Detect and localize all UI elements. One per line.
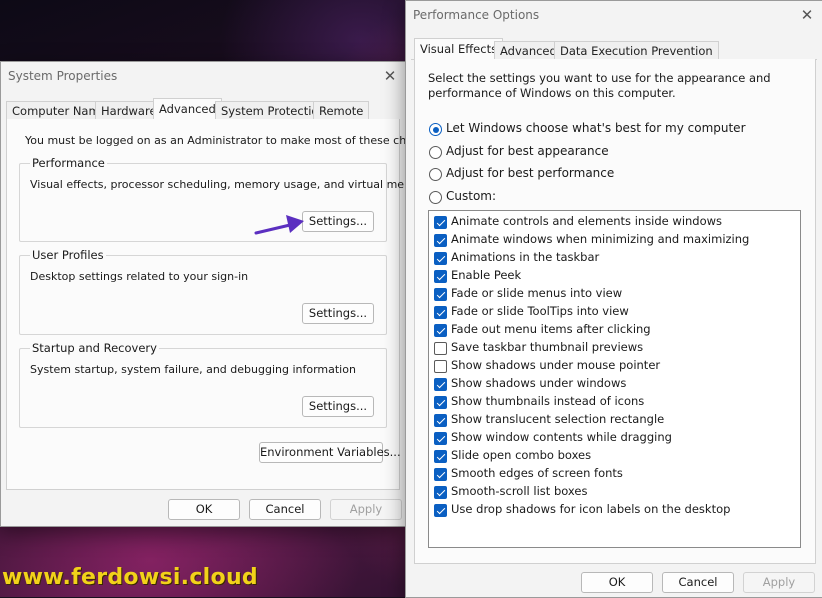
checkbox-label: Slide open combo boxes <box>451 448 592 462</box>
performance-options-window: Performance Options ✕ Visual Effects Adv… <box>405 0 822 598</box>
user-profiles-settings-button[interactable]: Settings... <box>302 303 374 324</box>
checkbox-label: Use drop shadows for icon labels on the … <box>451 502 731 516</box>
checkbox[interactable] <box>434 216 447 229</box>
cancel-button[interactable]: Cancel <box>249 499 321 520</box>
checkbox-label: Fade out menu items after clicking <box>451 322 651 336</box>
radio-button[interactable] <box>429 168 442 181</box>
tab-advanced[interactable]: Advanced <box>494 41 563 59</box>
arrow-annotation-icon <box>254 215 304 235</box>
close-icon[interactable]: ✕ <box>383 67 397 85</box>
user-profiles-desc: Desktop settings related to your sign-in <box>30 270 249 283</box>
title-bar[interactable]: System Properties ✕ <box>1 62 405 92</box>
checkbox[interactable] <box>434 486 447 499</box>
user-profiles-group: User Profiles Desktop settings related t… <box>19 248 387 335</box>
performance-settings-button[interactable]: Settings... <box>302 211 374 232</box>
window-title: System Properties <box>8 69 118 83</box>
checkbox[interactable] <box>434 306 447 319</box>
checkbox-label: Show shadows under windows <box>451 376 627 390</box>
title-bar[interactable]: Performance Options ✕ <box>406 1 822 31</box>
environment-variables-button[interactable]: Environment Variables... <box>259 442 401 463</box>
checkbox[interactable] <box>434 360 447 373</box>
radio-button[interactable] <box>429 123 442 136</box>
checkbox[interactable] <box>434 342 447 355</box>
checkbox[interactable] <box>434 234 447 247</box>
admin-note: You must be logged on as an Administrato… <box>25 134 443 147</box>
window-title: Performance Options <box>413 8 540 22</box>
checkbox-label: Fade or slide menus into view <box>451 286 623 300</box>
watermark-text: www.ferdowsi.cloud <box>2 565 258 590</box>
visual-effects-list[interactable]: Animate controls and elements inside win… <box>428 210 801 548</box>
intro-line-2: performance of Windows on this computer. <box>428 86 676 100</box>
checkbox[interactable] <box>434 450 447 463</box>
checkbox[interactable] <box>434 378 447 391</box>
tab-remote[interactable]: Remote <box>313 101 370 119</box>
checkbox-label: Animate controls and elements inside win… <box>451 214 723 228</box>
checkbox-label: Show thumbnails instead of icons <box>451 394 645 408</box>
performance-title: Performance <box>30 156 107 170</box>
checkbox[interactable] <box>434 396 447 409</box>
startup-settings-button[interactable]: Settings... <box>302 396 374 417</box>
startup-recovery-title: Startup and Recovery <box>30 341 159 355</box>
radio-button[interactable] <box>429 191 442 204</box>
startup-recovery-group: Startup and Recovery System startup, sys… <box>19 341 387 428</box>
radio-label: Let Windows choose what's best for my co… <box>446 121 746 135</box>
tab-visual-effects[interactable]: Visual Effects <box>414 38 504 60</box>
checkbox-label: Fade or slide ToolTips into view <box>451 304 629 318</box>
checkbox-label: Save taskbar thumbnail previews <box>451 340 644 354</box>
apply-button[interactable]: Apply <box>743 572 815 593</box>
system-properties-window: System Properties ✕ Computer Name Hardwa… <box>0 61 443 527</box>
checkbox[interactable] <box>434 504 447 517</box>
checkbox-label: Show translucent selection rectangle <box>451 412 665 426</box>
checkbox-label: Show shadows under mouse pointer <box>451 358 661 372</box>
startup-recovery-desc: System startup, system failure, and debu… <box>30 363 356 376</box>
radio-label: Adjust for best appearance <box>446 144 609 158</box>
user-profiles-title: User Profiles <box>30 248 106 262</box>
checkbox[interactable] <box>434 414 447 427</box>
checkbox-label: Animate windows when minimizing and maxi… <box>451 232 750 246</box>
checkbox-label: Smooth edges of screen fonts <box>451 466 623 480</box>
checkbox-label: Show window contents while dragging <box>451 430 672 444</box>
intro-line-1: Select the settings you want to use for … <box>428 71 771 85</box>
tab-strip: Computer Name Hardware Advanced System P… <box>6 98 400 120</box>
visual-effects-page: Select the settings you want to use for … <box>414 59 816 564</box>
tab-advanced[interactable]: Advanced <box>153 98 222 120</box>
checkbox[interactable] <box>434 270 447 283</box>
checkbox[interactable] <box>434 432 447 445</box>
advanced-tab-page: You must be logged on as an Administrato… <box>6 119 443 490</box>
cancel-button[interactable]: Cancel <box>662 572 734 593</box>
checkbox[interactable] <box>434 288 447 301</box>
checkbox-label: Animations in the taskbar <box>451 250 600 264</box>
checkbox-label: Smooth-scroll list boxes <box>451 484 588 498</box>
radio-label: Custom: <box>446 189 497 203</box>
checkbox[interactable] <box>434 324 447 337</box>
ok-button[interactable]: OK <box>581 572 653 593</box>
close-icon[interactable]: ✕ <box>800 6 814 24</box>
ok-button[interactable]: OK <box>168 499 240 520</box>
radio-label: Adjust for best performance <box>446 166 615 180</box>
performance-group: Performance Visual effects, processor sc… <box>19 156 433 242</box>
tab-data-execution-prevention[interactable]: Data Execution Prevention <box>554 41 719 59</box>
tab-strip: Visual Effects Advanced Data Execution P… <box>411 38 817 60</box>
checkbox[interactable] <box>434 252 447 265</box>
apply-button[interactable]: Apply <box>330 499 402 520</box>
performance-desc: Visual effects, processor scheduling, me… <box>30 178 433 191</box>
checkbox-label: Enable Peek <box>451 268 522 282</box>
radio-button[interactable] <box>429 146 442 159</box>
checkbox[interactable] <box>434 468 447 481</box>
